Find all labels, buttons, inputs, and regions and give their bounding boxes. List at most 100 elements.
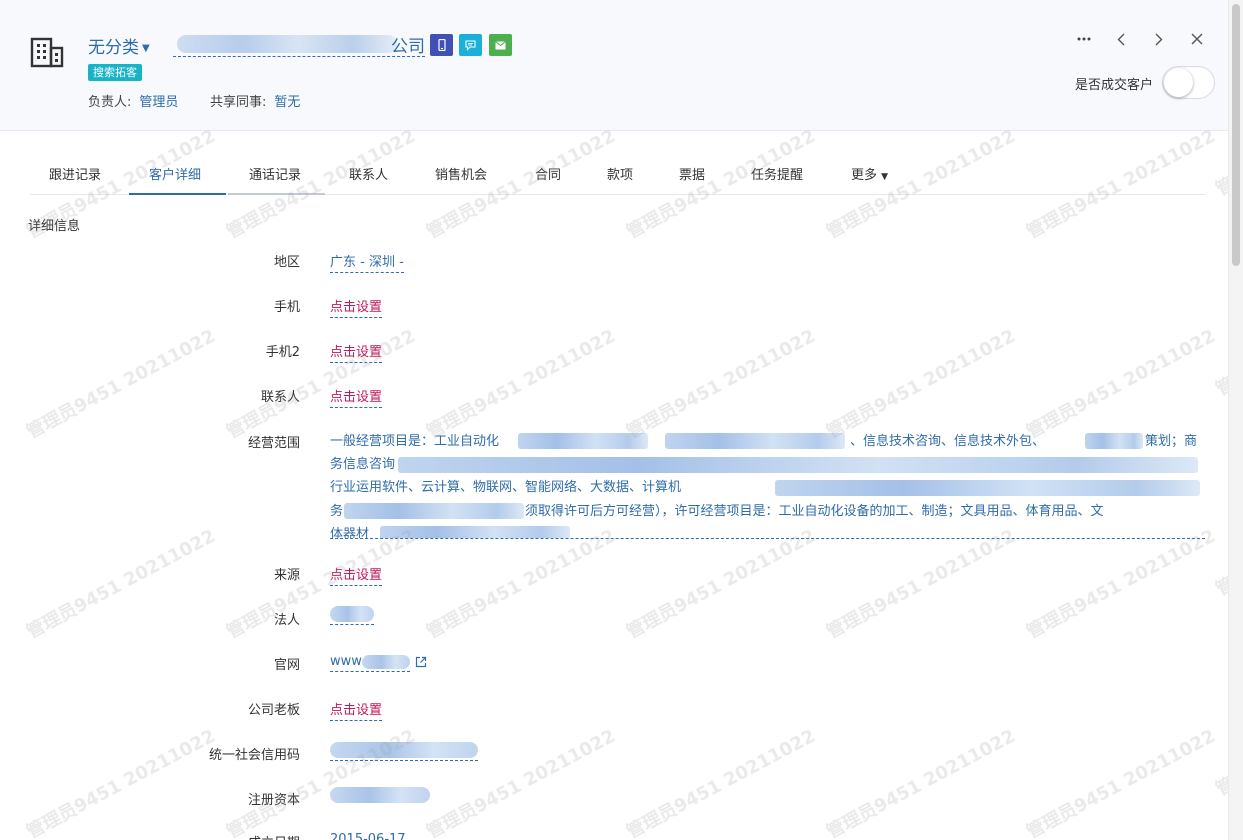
building-icon [30,37,64,68]
deal-customer-label: 是否成交客户 [1075,78,1154,93]
region-label: 地区 [273,255,300,270]
phone-icon [437,39,446,51]
credit-code-value[interactable] [330,742,478,761]
registered-capital-label: 注册资本 [247,793,300,808]
owner-value[interactable]: 管理员 [139,95,178,110]
founded-date-label: 成立日期 [248,832,300,840]
credit-code-label: 统一社会信用码 [208,748,300,763]
tab-contracts[interactable]: 合同 [535,164,561,183]
more-options-button[interactable] [1074,29,1094,49]
company-boss-label: 公司老板 [247,703,300,718]
watermark-text: 管理员9451 20211022 [23,725,219,840]
watermark-text: 管理员9451 20211022 [623,525,819,644]
company-name-tail: 公司 [391,37,425,57]
watermark-text: 管理员9451 20211022 [623,725,819,840]
tab-call-records[interactable]: 通话记录 [249,164,301,183]
business-scope-label: 经营范围 [247,436,300,451]
next-button[interactable] [1149,29,1169,49]
email-icon [495,40,506,49]
watermark-text: 管理员9451 20211022 [1023,725,1219,840]
tab-sales-opportunities[interactable]: 销售机会 [435,164,487,183]
share-value[interactable]: 暂无 [274,95,300,110]
legal-person-label: 法人 [273,613,300,628]
category-label: 无分类 [88,38,139,58]
scope-line-1c: 策划；商 [1145,434,1198,449]
external-link-icon[interactable] [415,656,427,668]
scope-line-1a: 一般经营项目是：工业自动化 [330,434,500,449]
redaction-mask [665,433,845,449]
close-button[interactable] [1187,29,1207,49]
scope-line-5a: 体器材 [330,527,370,539]
email-button[interactable] [489,34,512,56]
previous-button[interactable] [1111,29,1131,49]
watermark-text: 管理员9451 20211022 [823,725,1019,840]
tab-payments[interactable]: 款项 [607,164,633,183]
tab-more[interactable]: 更多 ▼ [851,164,888,183]
watermark-text: 管理员9451 20211022 [23,525,219,644]
registered-capital-value[interactable] [330,787,430,805]
customer-header: 无分类 ▼ 公司 搜索拓客 负责人: 管理员 共享同事: 暂无 是否成交客户 [0,0,1228,131]
owner-label: 负责人: [88,95,132,110]
mobile2-value[interactable]: 点击设置 [330,341,383,363]
watermark-text: 管理员9451 20211022 [823,325,1019,444]
redacted-company-name [177,35,397,53]
redacted-website [361,654,410,669]
redacted-legal-person [330,606,374,622]
message-button[interactable] [459,34,482,56]
tab-customer-detail[interactable]: 客户详细 [149,164,201,183]
watermark-text: 管理员9451 20211022 [223,325,419,444]
scope-line-4a: 务 [330,504,344,519]
phone-button[interactable] [430,34,453,56]
company-boss-value[interactable]: 点击设置 [330,699,383,721]
region-value[interactable]: 广东 - 深圳 - [330,251,404,273]
source-tag: 搜索拓客 [88,64,142,81]
mobile-value[interactable]: 点击设置 [330,296,383,318]
watermark-text: 管理员9451 20211022 [23,325,219,444]
vertical-scrollbar[interactable] [1228,0,1243,840]
watermark-text: 管理员9451 20211022 [423,325,619,444]
category-dropdown[interactable]: 无分类 ▼ [88,33,150,58]
website-value[interactable]: www [330,654,410,672]
share-info: 共享同事: 暂无 [210,91,300,110]
toggle-knob [1164,68,1193,97]
business-scope-value[interactable]: 一般经营项目是：工业自动化 、信息技术咨询、信息技术外包、 策划；商 务信息咨询… [330,430,1205,539]
tab-follow-up[interactable]: 跟进记录 [49,164,101,183]
redaction-mask [518,433,648,449]
tab-invoices[interactable]: 票据 [679,164,705,183]
contact-value[interactable]: 点击设置 [330,386,383,408]
scrollbar-thumb[interactable] [1232,4,1240,266]
scope-line-1b: 、信息技术咨询、信息技术外包、 [850,434,1046,449]
redaction-mask [398,457,1198,473]
message-icon [465,39,476,51]
caret-down-icon: ▼ [142,43,150,54]
chevron-right-icon [1155,33,1163,45]
ellipsis-icon [1077,37,1091,41]
source-label: 来源 [273,568,300,583]
source-value[interactable]: 点击设置 [330,564,383,586]
customer-detail-window: 无分类 ▼ 公司 搜索拓客 负责人: 管理员 共享同事: 暂无 是否成交客户 跟… [0,0,1243,840]
founded-date-value[interactable]: 2015-06-17 [330,832,406,840]
redacted-capital [330,787,430,803]
legal-person-value[interactable] [330,606,374,625]
watermark-text: 管理员9451 20211022 [1023,325,1219,444]
scope-line-3a: 行业运用软件、云计算、物联网、智能网络、大数据、计算机 [330,480,682,495]
close-icon [1191,33,1203,45]
company-name[interactable]: 公司 [173,31,425,57]
tab-contacts[interactable]: 联系人 [349,164,388,183]
watermark-text: 管理员9451 20211022 [1023,525,1219,644]
owner-info: 负责人: 管理员 [88,91,178,110]
redaction-mask [775,480,1200,496]
redaction-mask [1085,433,1143,449]
watermark-text: 管理员9451 20211022 [823,525,1019,644]
tab-task-reminders[interactable]: 任务提醒 [751,164,803,183]
watermark-text: 管理员9451 20211022 [423,725,619,840]
tab-bar: 跟进记录 客户详细 通话记录 联系人 销售机会 合同 款项 票据 任务提醒 更多… [30,152,1205,195]
deal-customer-toggle[interactable] [1162,66,1215,99]
scope-line-4b: 须取得许可后方可经营），许可经营项目是：工业自动化设备的加工、制造；文具用品、体… [525,504,1104,519]
active-tab-indicator [129,193,226,195]
tab-more-label: 更多 [851,168,878,183]
website-label: 官网 [273,658,300,673]
watermark-text: 管理员9451 20211022 [623,325,819,444]
scope-line-2a: 务信息咨询 [330,457,396,472]
share-label: 共享同事: [210,95,267,110]
